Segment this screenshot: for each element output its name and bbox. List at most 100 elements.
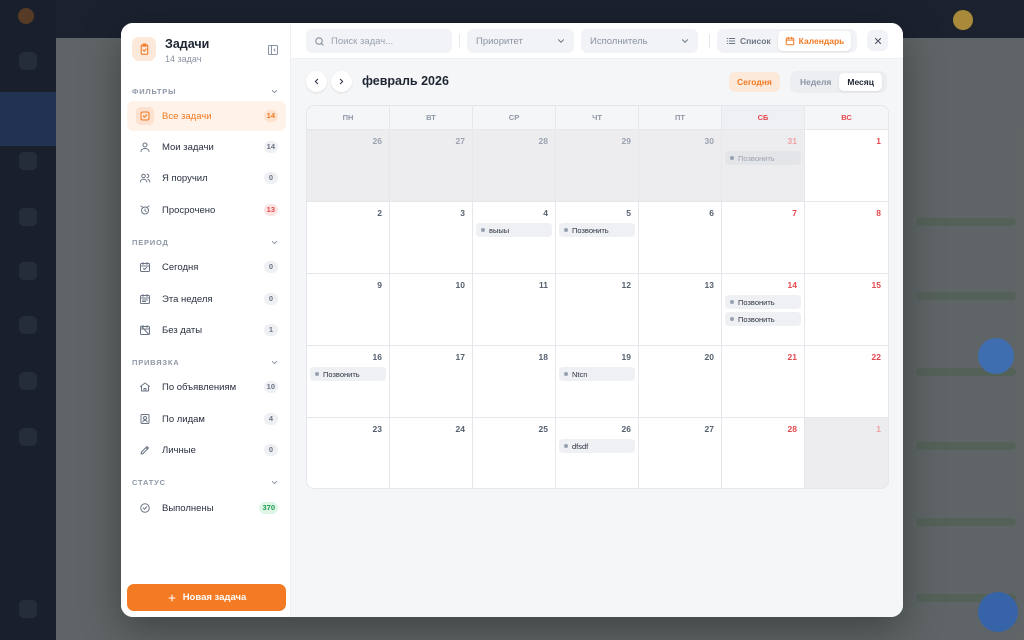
day-cell[interactable]: 16 Позвонить <box>307 346 390 418</box>
day-cell[interactable]: 19 Ntcn <box>556 346 639 418</box>
day-cell[interactable]: 8 <box>805 202 888 274</box>
day-number: 30 <box>704 136 714 146</box>
chevron-down-icon <box>271 89 278 93</box>
day-cell[interactable]: 27 <box>390 130 473 202</box>
day-number: 25 <box>538 424 548 434</box>
range-week-button[interactable]: Неделя <box>792 73 839 91</box>
day-cell[interactable]: 17 <box>390 346 473 418</box>
event-title: Позвонить <box>738 153 775 163</box>
sidebar-item-overdue[interactable]: Просрочено 13 <box>127 195 286 225</box>
clipboard-icon <box>132 37 156 61</box>
weekday-header-row: ПН ВТ СР ЧТ ПТ СБ ВС <box>307 106 888 130</box>
sidebar-item-assigned-by-me[interactable]: Я поручил 0 <box>127 163 286 193</box>
section-status-header[interactable]: СТАТУС <box>132 476 279 488</box>
day-cell[interactable]: 26 <box>307 130 390 202</box>
day-cell[interactable]: 23 <box>307 418 390 488</box>
day-cell[interactable]: 18 <box>473 346 556 418</box>
day-number: 12 <box>621 280 631 290</box>
day-number: 15 <box>871 280 881 290</box>
calendar-event[interactable]: Ntcn <box>559 367 635 381</box>
view-list-button[interactable]: Список <box>719 31 778 51</box>
day-cell[interactable]: 4 выыы <box>473 202 556 274</box>
calendar-event[interactable]: Позвонить <box>559 223 635 237</box>
day-cell[interactable]: 7 <box>722 202 805 274</box>
event-title: Позвонить <box>738 314 775 324</box>
day-cell[interactable]: 15 <box>805 274 888 346</box>
day-cell[interactable]: 27 <box>639 418 722 488</box>
day-cell[interactable]: 1 <box>805 130 888 202</box>
sidebar-item-label: По объявлениям <box>162 381 237 393</box>
calendar-event[interactable]: Позвонить <box>725 151 801 165</box>
sidebar-item-my-tasks[interactable]: Мои задачи 14 <box>127 132 286 162</box>
section-filters-header[interactable]: ФИЛЬТРЫ <box>132 85 279 97</box>
day-cell[interactable]: 2 <box>307 202 390 274</box>
priority-select[interactable]: Приоритет <box>467 29 574 53</box>
day-cell[interactable]: 31 Позвонить <box>722 130 805 202</box>
prev-month-button[interactable] <box>306 71 327 92</box>
day-cell[interactable]: 6 <box>639 202 722 274</box>
day-cell[interactable]: 11 <box>473 274 556 346</box>
chevron-down-icon <box>558 39 564 43</box>
day-cell[interactable]: 10 <box>390 274 473 346</box>
day-number: 21 <box>787 352 797 362</box>
day-cell[interactable]: 12 <box>556 274 639 346</box>
weekday-label: ВС <box>841 113 852 122</box>
day-cell[interactable]: 28 <box>473 130 556 202</box>
day-cell[interactable]: 25 <box>473 418 556 488</box>
day-cell[interactable]: 21 <box>722 346 805 418</box>
collapse-sidebar-button[interactable] <box>266 43 280 57</box>
range-month-button[interactable]: Месяц <box>839 73 882 91</box>
day-cell[interactable]: 26 dfsdf <box>556 418 639 488</box>
sidebar-item-no-date[interactable]: Без даты 1 <box>127 315 286 345</box>
calendar-event[interactable]: Позвонить <box>310 367 386 381</box>
calendar-event[interactable]: dfsdf <box>559 439 635 453</box>
search-box[interactable] <box>306 29 452 53</box>
day-cell[interactable]: 3 <box>390 202 473 274</box>
calendar-off-icon <box>136 321 154 339</box>
count-badge: 0 <box>264 261 278 273</box>
sidebar-item-by-leads[interactable]: По лидам 4 <box>127 404 286 434</box>
day-cell[interactable]: 5 Позвонить <box>556 202 639 274</box>
section-binding-header[interactable]: ПРИВЯЗКА <box>132 356 279 368</box>
section-filters-label: ФИЛЬТРЫ <box>132 86 177 96</box>
sidebar-item-this-week[interactable]: Эта неделя 0 <box>127 284 286 314</box>
day-cell[interactable]: 30 <box>639 130 722 202</box>
sidebar-item-by-listings[interactable]: По объявлениям 10 <box>127 372 286 402</box>
weekday-label: ПН <box>307 106 390 129</box>
today-button[interactable]: Сегодня <box>729 72 780 92</box>
day-number: 1 <box>876 136 881 146</box>
calendar-week-icon <box>136 290 154 308</box>
calendar-event[interactable]: выыы <box>476 223 552 237</box>
day-cell[interactable]: 24 <box>390 418 473 488</box>
day-cell[interactable]: 20 <box>639 346 722 418</box>
day-cell[interactable]: 28 <box>722 418 805 488</box>
day-number: 27 <box>704 424 714 434</box>
search-input[interactable] <box>331 35 441 47</box>
chevron-down-icon <box>271 360 278 364</box>
day-cell[interactable]: 1 <box>805 418 888 488</box>
assignee-select[interactable]: Исполнитель <box>581 29 698 53</box>
new-task-button[interactable]: Новая задача <box>127 584 286 611</box>
chevron-right-icon <box>339 78 344 85</box>
section-period-header[interactable]: ПЕРИОД <box>132 236 279 248</box>
background-chat-button <box>978 592 1018 632</box>
sidebar-item-today[interactable]: Сегодня 0 <box>127 252 286 282</box>
day-number: 26 <box>621 424 631 434</box>
sidebar-item-personal[interactable]: Личные 0 <box>127 435 286 465</box>
day-number: 20 <box>704 352 714 362</box>
calendar-event[interactable]: Позвонить <box>725 312 801 326</box>
day-cell[interactable]: 9 <box>307 274 390 346</box>
calendar-event[interactable]: Позвонить <box>725 295 801 309</box>
weekday-label: СБ <box>722 106 805 129</box>
day-cell[interactable]: 13 <box>639 274 722 346</box>
sidebar-item-completed[interactable]: Выполнены 370 <box>127 493 286 523</box>
day-cell[interactable]: 22 <box>805 346 888 418</box>
sidebar-item-all-tasks[interactable]: Все задачи 14 <box>127 101 286 131</box>
view-calendar-button[interactable]: Календарь <box>777 31 852 51</box>
day-number: 29 <box>621 136 631 146</box>
close-modal-button[interactable] <box>867 30 888 51</box>
day-cell[interactable]: 14 Позвонить Позвонить <box>722 274 805 346</box>
day-cell[interactable]: 29 <box>556 130 639 202</box>
event-dot-icon <box>730 156 734 160</box>
next-month-button[interactable] <box>331 71 352 92</box>
